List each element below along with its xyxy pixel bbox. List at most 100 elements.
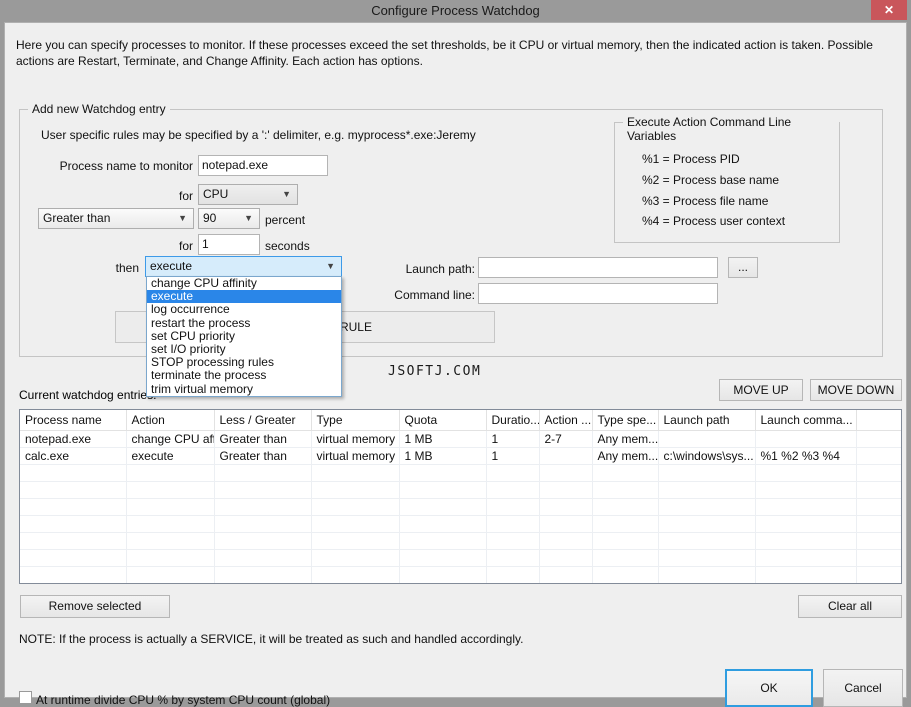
table-cell bbox=[486, 464, 539, 481]
action-dropdown-list[interactable]: change CPU affinityexecutelog occurrence… bbox=[146, 276, 342, 397]
table-cell: notepad.exe bbox=[20, 430, 126, 447]
table-cell bbox=[311, 566, 399, 583]
dialog-description: Here you can specify processes to monito… bbox=[16, 37, 896, 69]
table-row-empty[interactable] bbox=[20, 515, 901, 532]
duration-input[interactable]: 1 bbox=[198, 234, 260, 255]
action-option[interactable]: log occurrence bbox=[147, 303, 341, 316]
remove-selected-button[interactable]: Remove selected bbox=[20, 595, 170, 618]
table-cell bbox=[658, 430, 755, 447]
table-row-empty[interactable] bbox=[20, 532, 901, 549]
table-cell bbox=[856, 566, 901, 583]
table-cell bbox=[399, 481, 486, 498]
quota-combo-value: 90 bbox=[203, 211, 216, 225]
divide-cpu-label: At runtime divide CPU % by system CPU co… bbox=[36, 693, 330, 707]
table-column-header[interactable]: Less / Greater bbox=[214, 410, 311, 430]
table-cell: c:\windows\sys... bbox=[658, 447, 755, 464]
table-column-header[interactable]: Duratio... bbox=[486, 410, 539, 430]
process-name-input[interactable]: notepad.exe bbox=[198, 155, 328, 176]
ok-button[interactable]: OK bbox=[725, 669, 813, 707]
table-cell bbox=[399, 566, 486, 583]
table-cell: virtual memory bbox=[311, 430, 399, 447]
table-cell bbox=[755, 549, 856, 566]
action-option[interactable]: trim virtual memory bbox=[147, 383, 341, 396]
table-cell bbox=[311, 498, 399, 515]
table-row-empty[interactable] bbox=[20, 464, 901, 481]
table-column-header[interactable]: Process name bbox=[20, 410, 126, 430]
watchdog-entries-table[interactable]: Process nameActionLess / GreaterTypeQuot… bbox=[19, 409, 902, 584]
action-combo[interactable]: execute ▼ bbox=[145, 256, 342, 277]
table-cell bbox=[126, 498, 214, 515]
dialog-window: Configure Process Watchdog ✕ Here you ca… bbox=[0, 0, 911, 702]
table-cell bbox=[20, 464, 126, 481]
quota-combo[interactable]: 90 ▼ bbox=[198, 208, 260, 229]
table-cell bbox=[486, 481, 539, 498]
table-cell bbox=[126, 549, 214, 566]
table-cell bbox=[539, 532, 592, 549]
move-up-button[interactable]: MOVE UP bbox=[719, 379, 803, 401]
table-cell bbox=[486, 515, 539, 532]
table-cell bbox=[311, 583, 399, 584]
table-cell bbox=[20, 498, 126, 515]
table-cell bbox=[755, 583, 856, 584]
table-column-header[interactable]: Launch path bbox=[658, 410, 755, 430]
table-cell bbox=[856, 498, 901, 515]
table-cell bbox=[311, 481, 399, 498]
comparison-combo[interactable]: Greater than ▼ bbox=[38, 208, 194, 229]
table-cell bbox=[214, 566, 311, 583]
table-cell bbox=[126, 583, 214, 584]
close-icon[interactable]: ✕ bbox=[871, 0, 907, 20]
table-row[interactable]: calc.exeexecuteGreater thanvirtual memor… bbox=[20, 447, 901, 464]
table-column-header[interactable]: Launch comma... bbox=[755, 410, 856, 430]
table-cell bbox=[539, 566, 592, 583]
watermark-text: JSOFTJ.COM bbox=[388, 364, 481, 379]
table-cell bbox=[658, 515, 755, 532]
move-down-button[interactable]: MOVE DOWN bbox=[810, 379, 902, 401]
table-cell bbox=[592, 549, 658, 566]
table-column-header[interactable]: Action ... bbox=[539, 410, 592, 430]
table-column-header[interactable]: Action bbox=[126, 410, 214, 430]
table-row-empty[interactable] bbox=[20, 549, 901, 566]
launch-path-label: Launch path: bbox=[335, 262, 475, 276]
table-cell bbox=[658, 532, 755, 549]
table-cell bbox=[856, 532, 901, 549]
title-bar: Configure Process Watchdog ✕ bbox=[0, 0, 911, 22]
table-row-empty[interactable] bbox=[20, 498, 901, 515]
table-row-empty[interactable] bbox=[20, 566, 901, 583]
metric-combo[interactable]: CPU ▼ bbox=[198, 184, 298, 205]
process-name-label: Process name to monitor bbox=[41, 159, 193, 173]
table-cell bbox=[311, 515, 399, 532]
table-cell bbox=[20, 515, 126, 532]
for-metric-label: for bbox=[125, 189, 193, 203]
table-cell bbox=[592, 498, 658, 515]
table-cell bbox=[539, 464, 592, 481]
table-cell: %1 %2 %3 %4 bbox=[755, 447, 856, 464]
table-row-empty[interactable] bbox=[20, 481, 901, 498]
command-line-input[interactable] bbox=[478, 283, 718, 304]
table-cell bbox=[399, 549, 486, 566]
table-column-header[interactable]: Type bbox=[311, 410, 399, 430]
table-column-header[interactable] bbox=[856, 410, 901, 430]
cancel-button[interactable]: Cancel bbox=[823, 669, 903, 707]
table-cell bbox=[856, 447, 901, 464]
table-cell bbox=[755, 566, 856, 583]
table-cell: execute bbox=[126, 447, 214, 464]
table-column-header[interactable]: Type spe... bbox=[592, 410, 658, 430]
action-option[interactable]: restart the process bbox=[147, 317, 341, 330]
action-option[interactable]: terminate the process bbox=[147, 369, 341, 382]
browse-launch-path-button[interactable]: ... bbox=[728, 257, 758, 278]
table-row[interactable]: notepad.exechange CPU aff...Greater than… bbox=[20, 430, 901, 447]
chevron-down-icon: ▼ bbox=[244, 209, 253, 228]
table-cell bbox=[539, 498, 592, 515]
table-cell bbox=[539, 549, 592, 566]
table-cell bbox=[311, 549, 399, 566]
action-option[interactable]: set CPU priority bbox=[147, 330, 341, 343]
launch-path-input[interactable] bbox=[478, 257, 718, 278]
table-row-empty[interactable] bbox=[20, 583, 901, 584]
percent-label: percent bbox=[265, 213, 305, 227]
clear-all-button[interactable]: Clear all bbox=[798, 595, 902, 618]
divide-cpu-checkbox[interactable] bbox=[19, 691, 32, 704]
table-cell: 1 bbox=[486, 430, 539, 447]
table-column-header[interactable]: Quota bbox=[399, 410, 486, 430]
table-cell bbox=[486, 583, 539, 584]
table-cell: Greater than bbox=[214, 447, 311, 464]
